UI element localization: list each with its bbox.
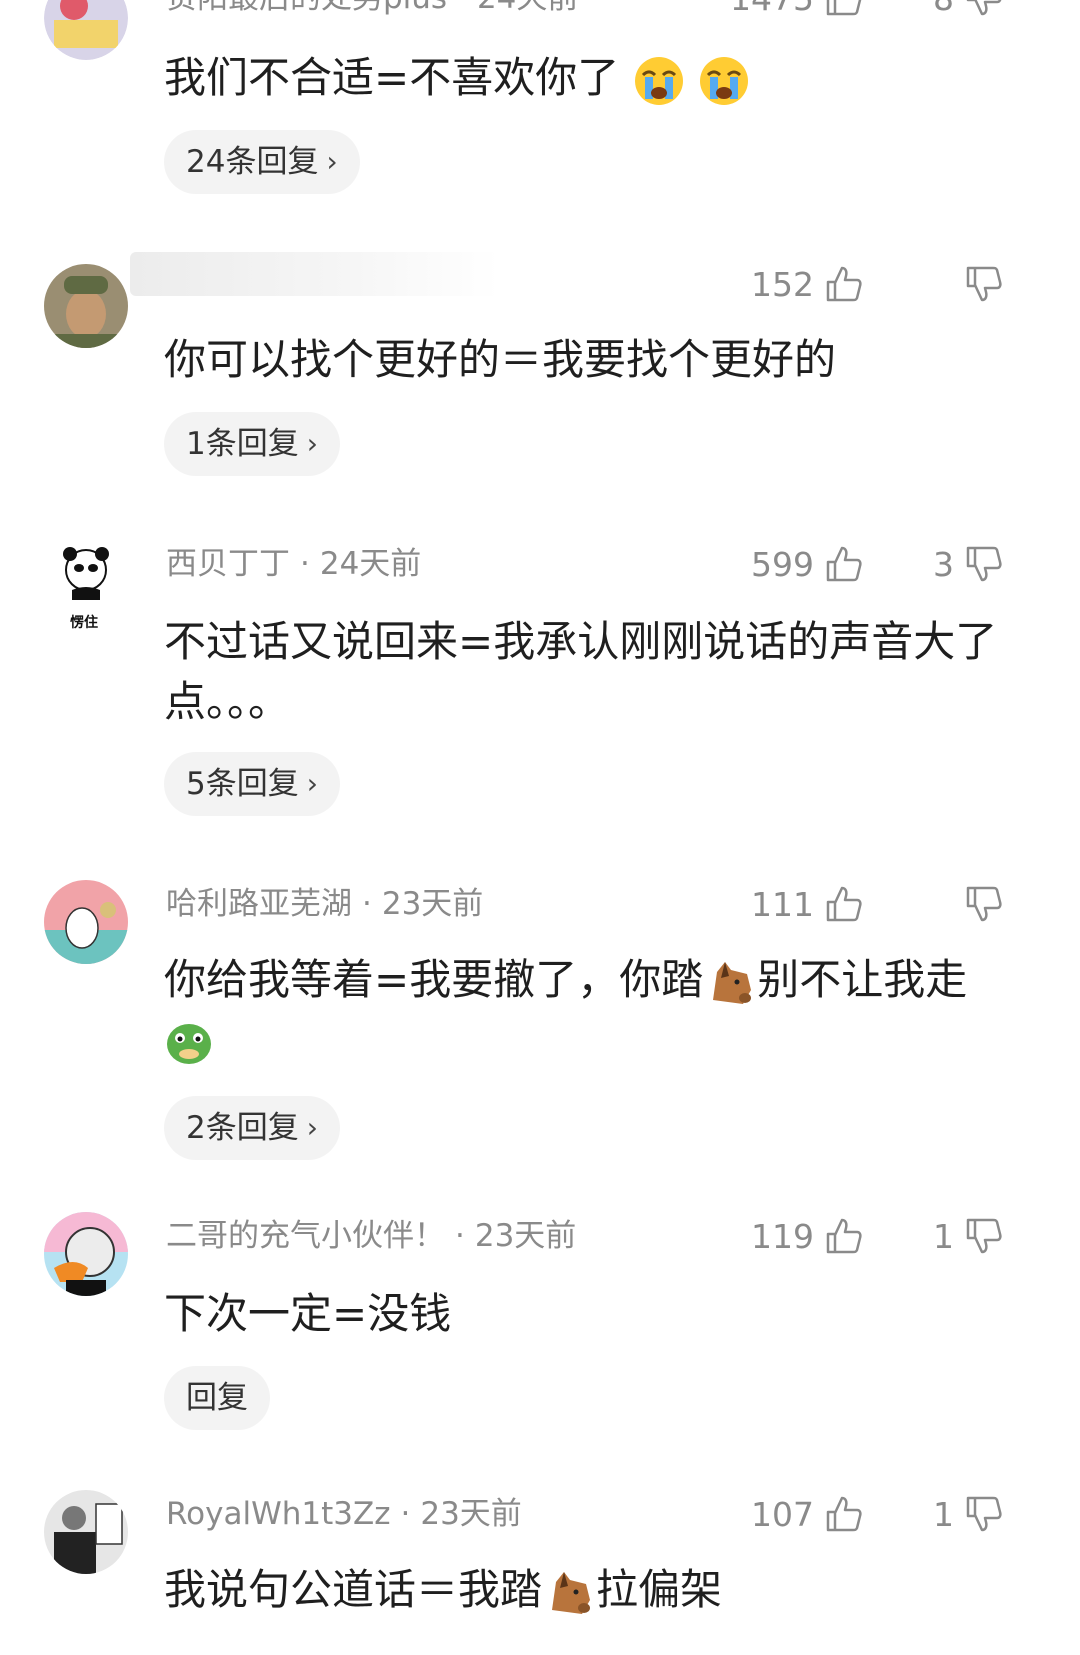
thumbs-up-icon bbox=[826, 0, 862, 16]
timestamp: 23天前 bbox=[381, 886, 484, 922]
blurred-username bbox=[130, 252, 500, 296]
like-count: 152 bbox=[751, 264, 814, 304]
avatar[interactable] bbox=[44, 264, 128, 348]
comment-text: 下次一定=没钱 bbox=[164, 1289, 452, 1338]
dislike-count: 1 bbox=[933, 1216, 954, 1256]
avatar-image bbox=[44, 0, 128, 60]
dislike-button[interactable]: 1 bbox=[933, 1214, 1004, 1258]
comment-text-part: 别不让我走 bbox=[757, 955, 968, 1004]
comment-text: 不过话又说回来=我承认刚刚说话的声音大了点。。。 bbox=[164, 617, 998, 726]
timestamp: 23天前 bbox=[474, 1218, 577, 1254]
like-button[interactable]: 119 bbox=[751, 1214, 864, 1258]
avatar[interactable] bbox=[44, 1212, 128, 1296]
dislike-button[interactable] bbox=[964, 262, 1004, 306]
thumbs-up-icon bbox=[826, 266, 862, 302]
reply-count-label: 1条回复 bbox=[186, 426, 299, 462]
crying-face-icon bbox=[634, 56, 683, 105]
username[interactable]: RoyalWh1t3Zz bbox=[166, 1496, 390, 1532]
like-count: 111 bbox=[751, 884, 814, 924]
chevron-right-icon: › bbox=[306, 1111, 318, 1144]
dislike-count: 3 bbox=[933, 544, 954, 584]
meta-separator: · bbox=[455, 1218, 465, 1254]
view-replies-button[interactable]: 1条回复 › bbox=[164, 412, 340, 476]
like-count: 107 bbox=[751, 1494, 814, 1534]
horse-face-icon bbox=[552, 1571, 591, 1614]
view-replies-button[interactable]: 24条回复 › bbox=[164, 130, 360, 194]
dislike-count: 8 bbox=[933, 0, 954, 18]
like-button[interactable]: 111 bbox=[751, 882, 864, 926]
chevron-right-icon: › bbox=[306, 767, 318, 800]
meta-separator: · bbox=[362, 886, 372, 922]
thumbs-down-icon bbox=[966, 886, 1002, 922]
username[interactable]: 贵阳最后的处男plus bbox=[166, 0, 447, 16]
thumbs-up-icon bbox=[826, 886, 862, 922]
username[interactable]: 二哥的充气小伙伴！ bbox=[166, 1218, 445, 1254]
thumbs-down-icon bbox=[966, 0, 1002, 16]
timestamp: 23天前 bbox=[420, 1496, 522, 1532]
like-button[interactable]: 599 bbox=[751, 542, 864, 586]
comment-text-part: 我说句公道话＝我踏 bbox=[164, 1565, 543, 1614]
avatar[interactable] bbox=[44, 880, 128, 964]
meta-separator: · bbox=[457, 0, 467, 16]
comment-meta: 二哥的充气小伙伴！ · 23天前 bbox=[166, 1216, 576, 1256]
dislike-button[interactable]: 8 bbox=[933, 0, 1004, 20]
thumbs-up-icon bbox=[826, 1496, 862, 1532]
comment-text-part: 你给我等着=我要撤了，你踏 bbox=[164, 955, 704, 1004]
meta-separator: · bbox=[300, 546, 310, 582]
thumbs-down-icon bbox=[966, 546, 1002, 582]
timestamp: 24天前 bbox=[319, 546, 422, 582]
avatar-image bbox=[44, 264, 128, 348]
chevron-right-icon: › bbox=[306, 427, 318, 460]
thumbs-down-icon bbox=[966, 1218, 1002, 1254]
thumbs-down-icon bbox=[966, 266, 1002, 302]
comment-meta: RoyalWh1t3Zz · 23天前 bbox=[166, 1494, 522, 1534]
avatar[interactable] bbox=[44, 1490, 128, 1574]
like-button[interactable]: 107 bbox=[751, 1492, 864, 1536]
timestamp: 24天前 bbox=[477, 0, 578, 16]
comment-text: 我们不合适=不喜欢你了 bbox=[164, 48, 1044, 108]
reply-count-label: 5条回复 bbox=[186, 766, 299, 802]
comment-text: 你可以找个更好的＝我要找个更好的 bbox=[164, 335, 837, 384]
like-count: 119 bbox=[751, 1216, 814, 1256]
avatar-image bbox=[44, 880, 128, 964]
avatar-caption: 愣住 bbox=[70, 615, 98, 631]
dislike-button[interactable]: 1 bbox=[933, 1492, 1004, 1536]
comment-meta: 哈利路亚芜湖 · 23天前 bbox=[166, 884, 483, 924]
comment-meta: 西贝丁丁 · 24天前 bbox=[166, 544, 421, 584]
comment-text-body: 我们不合适=不喜欢你了 bbox=[164, 53, 620, 102]
like-button[interactable]: 152 bbox=[751, 262, 864, 306]
thumbs-up-icon bbox=[826, 546, 862, 582]
like-count: 1475 bbox=[730, 0, 814, 18]
horse-face-icon bbox=[713, 961, 752, 1004]
meta-separator: · bbox=[400, 1496, 411, 1532]
reply-count-label: 24条回复 bbox=[186, 144, 319, 180]
reply-button[interactable]: 回复 bbox=[164, 1366, 270, 1430]
username[interactable]: 西贝丁丁 bbox=[166, 546, 290, 582]
thumbs-up-icon bbox=[826, 1218, 862, 1254]
comment-text-part: 拉偏架 bbox=[596, 1565, 723, 1614]
view-replies-button[interactable]: 5条回复 › bbox=[164, 752, 340, 816]
dislike-button[interactable] bbox=[964, 882, 1004, 926]
avatar-image bbox=[44, 1490, 128, 1574]
avatar-image bbox=[44, 1212, 128, 1296]
like-count: 599 bbox=[751, 544, 814, 584]
comment-text: 我说句公道话＝我踏 拉偏架 bbox=[164, 1560, 1044, 1620]
thumbs-down-icon bbox=[966, 1496, 1002, 1532]
chevron-right-icon: › bbox=[326, 145, 338, 178]
crying-face-icon bbox=[699, 56, 748, 105]
reply-label: 回复 bbox=[186, 1380, 248, 1416]
dislike-button[interactable]: 3 bbox=[933, 542, 1004, 586]
avatar[interactable] bbox=[44, 0, 128, 60]
turtle-face-icon bbox=[167, 1023, 211, 1064]
comment-text: 你给我等着=我要撤了，你踏 别不让我走 bbox=[164, 950, 1044, 1070]
reply-count-label: 2条回复 bbox=[186, 1110, 299, 1146]
like-button[interactable]: 1475 bbox=[730, 0, 864, 20]
comment-meta: 贵阳最后的处男plus · 24天前 bbox=[166, 0, 578, 18]
view-replies-button[interactable]: 2条回复 › bbox=[164, 1096, 340, 1160]
dislike-count: 1 bbox=[933, 1494, 954, 1534]
username[interactable]: 哈利路亚芜湖 bbox=[166, 886, 352, 922]
